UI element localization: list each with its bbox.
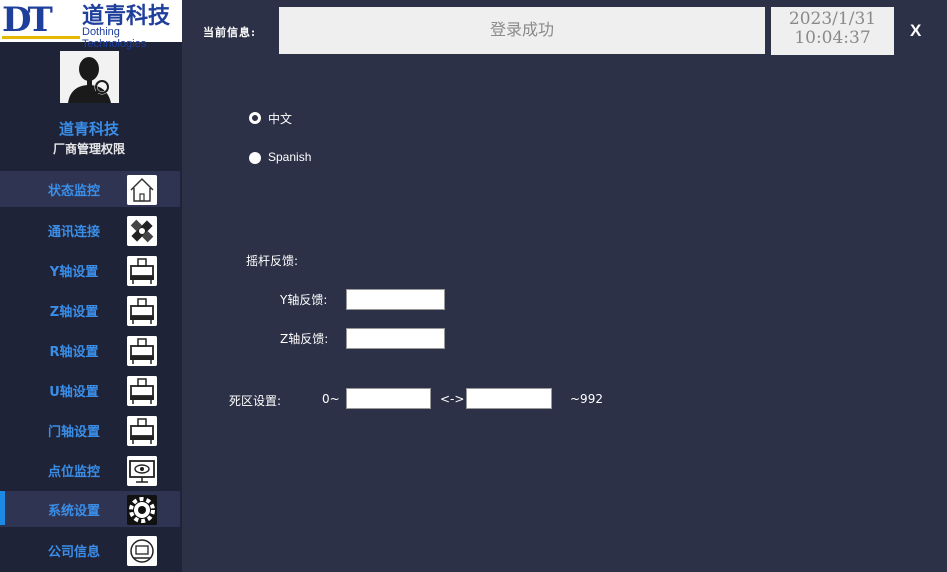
nav-label: 公司信息 <box>47 545 100 560</box>
avatar <box>60 51 119 103</box>
z-feedback-field[interactable] <box>346 328 445 349</box>
monitor-eye-icon <box>127 456 157 486</box>
user-name: 道青科技 <box>58 120 119 138</box>
deadzone-min-prefix: 0~ <box>322 392 340 406</box>
info-message-box: 登录成功 <box>279 7 765 54</box>
nav-item-door-axis[interactable]: 门轴设置 <box>0 412 180 448</box>
nav-label: R轴设置 <box>49 345 99 360</box>
z-feedback-label: Z轴反馈: <box>280 332 329 346</box>
nav-item-status-monitor[interactable]: 状态监控 <box>0 171 180 207</box>
close-button[interactable]: X <box>910 21 921 41</box>
deadzone-label: 死区设置: <box>229 394 282 408</box>
home-icon <box>127 175 157 205</box>
motor-icon <box>127 296 157 326</box>
nav-label: 系统设置 <box>47 504 100 519</box>
date-text: 2023/1/31 <box>788 9 877 29</box>
company-icon <box>127 536 157 566</box>
radio-selected-icon[interactable] <box>249 152 261 164</box>
nav-item-z-axis[interactable]: Z轴设置 <box>0 292 180 328</box>
info-message: 登录成功 <box>489 20 554 39</box>
nav-label: 点位监控 <box>47 465 100 480</box>
logo-name-en: Dothing Technologies <box>82 26 147 50</box>
sidebar: DT 道青科技 Dothing Technologies 道青科技 厂商管理权限… <box>0 0 182 572</box>
deadzone-separator: <-> <box>440 392 465 406</box>
motor-icon <box>127 416 157 446</box>
nav-label: U轴设置 <box>49 385 99 400</box>
nav-item-r-axis[interactable]: R轴设置 <box>0 332 180 368</box>
current-info-label: 当前信息: <box>203 26 257 39</box>
gear-icon <box>127 495 157 525</box>
language-label: 中文 <box>268 112 293 126</box>
y-feedback-field[interactable] <box>346 289 445 310</box>
nav-label: Y轴设置 <box>49 265 99 280</box>
nav-item-communication[interactable]: 通讯连接 <box>0 212 180 248</box>
nav-item-y-axis[interactable]: Y轴设置 <box>0 252 180 288</box>
nav-item-u-axis[interactable]: U轴设置 <box>0 372 180 408</box>
satellite-icon <box>127 216 157 246</box>
user-avatar-icon <box>60 51 119 103</box>
language-label: Spanish <box>268 150 312 164</box>
nav-item-point-monitor[interactable]: 点位监控 <box>0 452 180 488</box>
datetime-display: 2023/1/31 10:04:37 <box>771 7 894 55</box>
radio-unselected-icon[interactable] <box>249 112 261 124</box>
nav-label: Z轴设置 <box>49 305 99 320</box>
company-logo: DT 道青科技 Dothing Technologies <box>0 0 182 50</box>
user-role: 厂商管理权限 <box>52 142 125 156</box>
nav-label: 通讯连接 <box>47 225 100 240</box>
deadzone-low-input[interactable] <box>346 388 431 409</box>
logo-underline <box>2 36 80 39</box>
nav-item-company-info[interactable]: 公司信息 <box>0 532 180 568</box>
motor-icon <box>127 376 157 406</box>
logo-mark: DT <box>2 0 53 40</box>
deadzone-high-input[interactable] <box>466 388 552 409</box>
nav-item-system-settings[interactable]: 系统设置 <box>0 491 180 527</box>
time-text: 10:04:37 <box>794 28 871 48</box>
motor-icon <box>127 256 157 286</box>
nav-label: 门轴设置 <box>47 425 100 440</box>
y-feedback-label: Y轴反馈: <box>280 293 328 307</box>
joystick-feedback-title: 摇杆反馈: <box>246 254 299 268</box>
deadzone-max-suffix: ~992 <box>570 392 603 406</box>
nav-label: 状态监控 <box>47 184 100 199</box>
motor-icon <box>127 336 157 366</box>
